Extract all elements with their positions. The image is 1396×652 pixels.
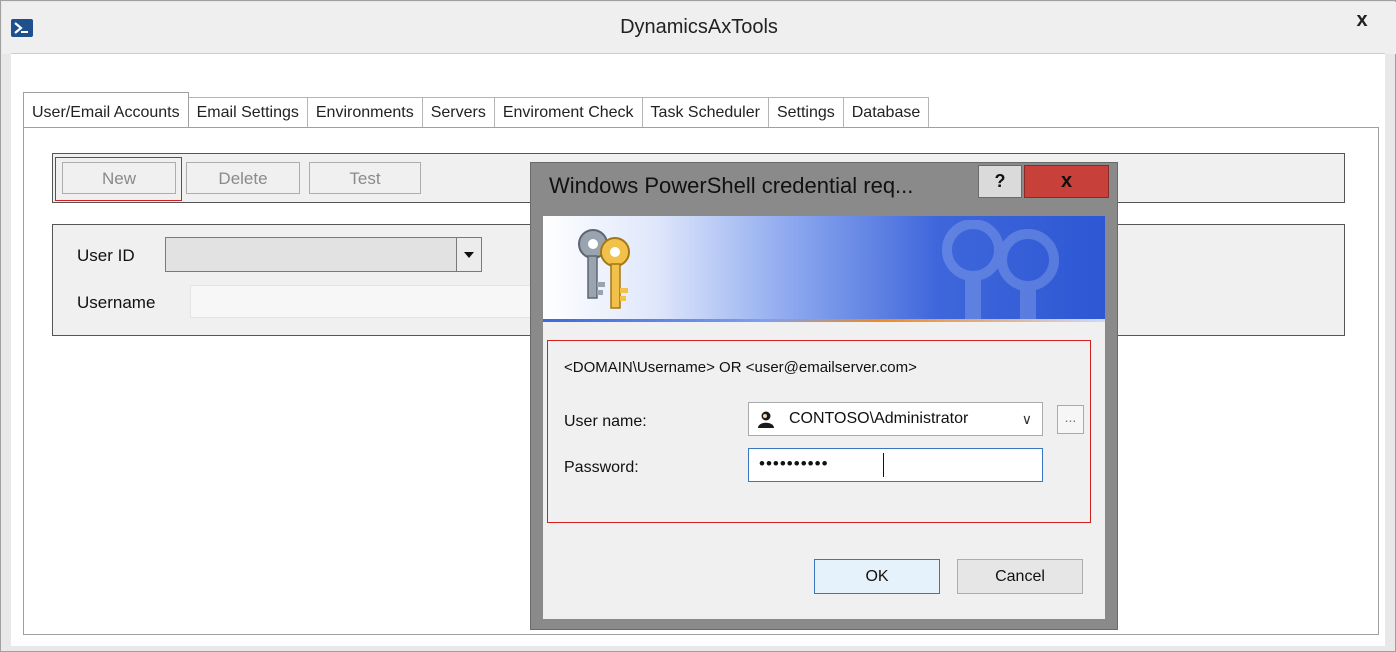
window-title: DynamicsAxTools — [620, 16, 778, 38]
credential-dialog: Windows PowerShell credential req... ? x — [530, 162, 1118, 630]
user-name-combobox[interactable]: CONTOSO\Administrator ∨ — [748, 402, 1043, 436]
keys-icon — [578, 229, 630, 309]
delete-button[interactable]: Delete — [186, 162, 300, 194]
tab-servers[interactable]: Servers — [421, 97, 495, 127]
credential-fields-highlight: <DOMAIN\Username> OR <user@emailserver.c… — [547, 340, 1091, 523]
dialog-client-area: <DOMAIN\Username> OR <user@emailserver.c… — [543, 216, 1105, 619]
tab-user-email-accounts[interactable]: User/Email Accounts — [23, 92, 189, 127]
tab-strip: User/Email Accounts Email Settings Envir… — [23, 92, 930, 127]
cancel-button[interactable]: Cancel — [957, 559, 1083, 594]
tab-database[interactable]: Database — [842, 97, 930, 127]
tab-environments[interactable]: Environments — [306, 97, 423, 127]
password-label: Password: — [564, 459, 639, 476]
dialog-title: Windows PowerShell credential req... — [549, 173, 914, 198]
user-id-label: User ID — [77, 246, 135, 265]
ok-button[interactable]: OK — [814, 559, 940, 594]
format-hint: <DOMAIN\Username> OR <user@emailserver.c… — [564, 359, 917, 376]
password-field[interactable]: •••••••••• — [748, 448, 1043, 482]
browse-credentials-button[interactable]: ... — [1057, 405, 1084, 434]
banner-separator — [543, 319, 1105, 322]
window-close-button[interactable]: x — [1342, 6, 1382, 34]
text-caret — [883, 453, 884, 477]
username-label: Username — [77, 293, 156, 312]
tab-email-settings[interactable]: Email Settings — [187, 97, 308, 127]
dialog-close-button[interactable]: x — [1024, 165, 1109, 198]
test-button[interactable]: Test — [309, 162, 421, 194]
chevron-down-icon[interactable]: ∨ — [1022, 411, 1032, 428]
help-button[interactable]: ? — [978, 165, 1022, 198]
tab-enviroment-check[interactable]: Enviroment Check — [493, 97, 643, 127]
tab-task-scheduler[interactable]: Task Scheduler — [641, 97, 769, 127]
user-name-label: User name: — [564, 413, 647, 430]
user-id-dropdown[interactable] — [165, 237, 482, 272]
tab-settings[interactable]: Settings — [767, 97, 844, 127]
user-name-value: CONTOSO\Administrator — [789, 410, 969, 427]
title-bar[interactable]: DynamicsAxTools x — [2, 2, 1396, 54]
keys-watermark-icon — [942, 220, 1059, 320]
chevron-down-icon[interactable] — [456, 238, 481, 271]
password-mask: •••••••••• — [759, 454, 829, 473]
new-button[interactable]: New — [62, 162, 176, 194]
user-account-icon — [758, 411, 774, 428]
credential-banner — [543, 216, 1105, 320]
